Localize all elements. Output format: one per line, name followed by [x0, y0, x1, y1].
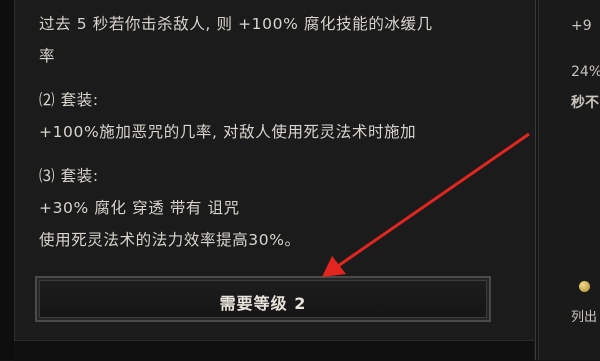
arrow-shaft — [337, 132, 530, 268]
red-arrow-annotation — [322, 132, 530, 277]
arrow-head-icon — [322, 256, 346, 277]
